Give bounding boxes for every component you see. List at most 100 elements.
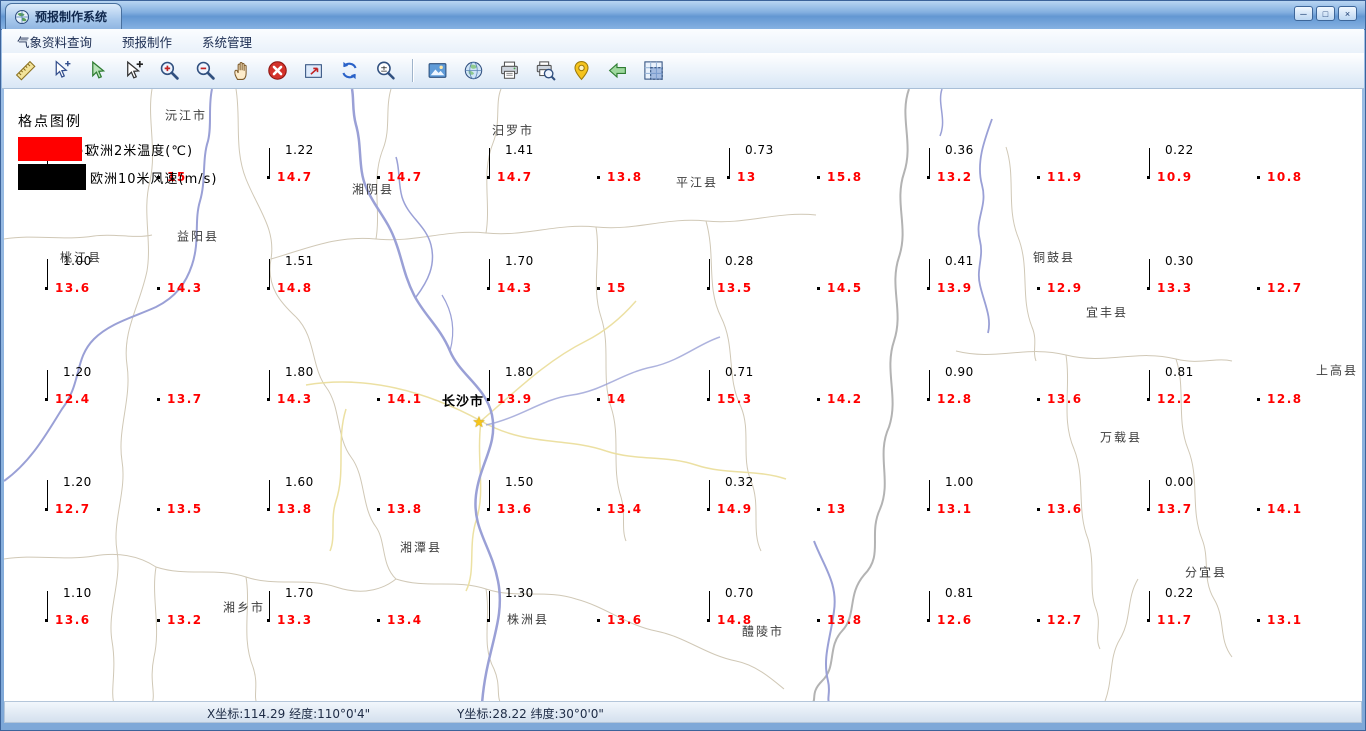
window-title: 预报制作系统 [35, 10, 108, 24]
station-dot [267, 398, 270, 401]
print-preview-icon[interactable] [532, 57, 560, 85]
station-dot [267, 287, 270, 290]
wind-speed-value: 1.22 [285, 143, 314, 157]
clear-icon[interactable] [264, 57, 292, 85]
station-dot [487, 287, 490, 290]
zoom-in-icon[interactable] [156, 57, 184, 85]
pan-icon[interactable] [228, 57, 256, 85]
refresh-icon[interactable] [336, 57, 364, 85]
temperature-value: 12.7 [1047, 613, 1083, 627]
station-dot [927, 398, 930, 401]
station-dot [1147, 508, 1150, 511]
temperature-value: 12.2 [1157, 392, 1193, 406]
station-dot [1147, 619, 1150, 622]
select-icon[interactable] [48, 57, 76, 85]
wind-barb [1149, 148, 1150, 176]
wind-barb [929, 370, 930, 398]
temperature-value: 14.3 [497, 281, 533, 295]
wind-barb [709, 591, 710, 619]
back-icon[interactable] [604, 57, 632, 85]
wind-barb [269, 591, 270, 619]
wind-speed-value: 0.32 [725, 475, 754, 489]
wind-speed-value: 0.36 [945, 143, 974, 157]
close-button[interactable]: × [1338, 6, 1357, 21]
station-dot [817, 176, 820, 179]
temperature-value: 14 [607, 392, 627, 406]
temperature-value: 13 [737, 170, 757, 184]
map-county-label: 湘乡市 [222, 600, 266, 615]
menu-bar: 气象资料查询 预报制作 系统管理 [2, 29, 1364, 54]
temperature-value: 13.8 [277, 502, 313, 516]
station-dot [157, 619, 160, 622]
measure-icon[interactable] [12, 57, 40, 85]
temperature-value: 13.3 [277, 613, 313, 627]
identify-icon[interactable]: ± [372, 57, 400, 85]
wind-barb [929, 148, 930, 176]
wind-speed-value: 1.51 [285, 254, 314, 268]
legend-label-temperature: 欧洲2米温度(℃) [86, 143, 194, 159]
station-dot [157, 287, 160, 290]
temperature-value: 12.8 [1267, 392, 1303, 406]
globe-icon[interactable] [460, 57, 488, 85]
temperature-value: 13.6 [55, 281, 91, 295]
wind-barb [489, 148, 490, 176]
wind-speed-value: 0.28 [725, 254, 754, 268]
toolbar: ± [2, 53, 1364, 89]
temperature-value: 15.3 [717, 392, 753, 406]
temperature-value: 13.2 [937, 170, 973, 184]
legend-swatch-wind [18, 164, 86, 190]
grid-select-icon[interactable] [640, 57, 668, 85]
temperature-value: 13.9 [497, 392, 533, 406]
station-dot [597, 176, 600, 179]
station-dot [1257, 398, 1260, 401]
wind-speed-value: 0.22 [1165, 143, 1194, 157]
temperature-value: 14.8 [277, 281, 313, 295]
zoom-out-icon[interactable] [192, 57, 220, 85]
full-extent-icon[interactable] [300, 57, 328, 85]
station-dot [267, 508, 270, 511]
print-icon[interactable] [496, 57, 524, 85]
station-dot [45, 287, 48, 290]
maximize-button[interactable]: □ [1316, 6, 1335, 21]
wind-barb [489, 591, 490, 619]
city-star-icon: ★ [472, 413, 486, 431]
wind-barb [489, 370, 490, 398]
station-dot [157, 508, 160, 511]
station-dot [1147, 398, 1150, 401]
select-green-icon[interactable] [84, 57, 112, 85]
wind-barb [709, 480, 710, 508]
wind-speed-value: 1.80 [505, 365, 534, 379]
station-dot [927, 508, 930, 511]
wind-barb [47, 370, 48, 398]
station-dot [817, 619, 820, 622]
menu-weather-data-query[interactable]: 气象资料查询 [2, 29, 107, 54]
wind-speed-value: 0.73 [745, 143, 774, 157]
export-image-icon[interactable] [424, 57, 452, 85]
wind-barb [709, 259, 710, 287]
temperature-value: 13.6 [1047, 392, 1083, 406]
temperature-value: 13.3 [1157, 281, 1193, 295]
temperature-value: 13.2 [167, 613, 203, 627]
station-dot [597, 287, 600, 290]
station-dot [487, 619, 490, 622]
menu-system-management[interactable]: 系统管理 [187, 29, 267, 54]
temperature-value: 12.7 [1267, 281, 1303, 295]
station-dot [1037, 619, 1040, 622]
locate-icon[interactable] [568, 57, 596, 85]
temperature-value: 14.9 [717, 502, 753, 516]
temperature-value: 13.7 [1157, 502, 1193, 516]
map-area[interactable]: 沅江市 汨罗市 湘阴县 平江县 益阳县 桃江县 铜鼓县 宜丰县 上高县 万载县 湘潭县 湘乡市 株洲县醴… [4, 89, 1362, 701]
wind-speed-value: 0.30 [1165, 254, 1194, 268]
temperature-value: 13.8 [387, 502, 423, 516]
station-dot [267, 176, 270, 179]
station-dot [927, 619, 930, 622]
map-county-label: 湘潭县 [399, 540, 443, 555]
wind-speed-value: 0.90 [945, 365, 974, 379]
select-plus-icon[interactable] [120, 57, 148, 85]
station-dot [707, 287, 710, 290]
title-bar: 预报制作系统 ─ □ × [1, 1, 1365, 30]
minimize-button[interactable]: ─ [1294, 6, 1313, 21]
wind-barb [489, 259, 490, 287]
menu-forecast-production[interactable]: 预报制作 [107, 29, 187, 54]
wind-speed-value: 1.20 [63, 475, 92, 489]
